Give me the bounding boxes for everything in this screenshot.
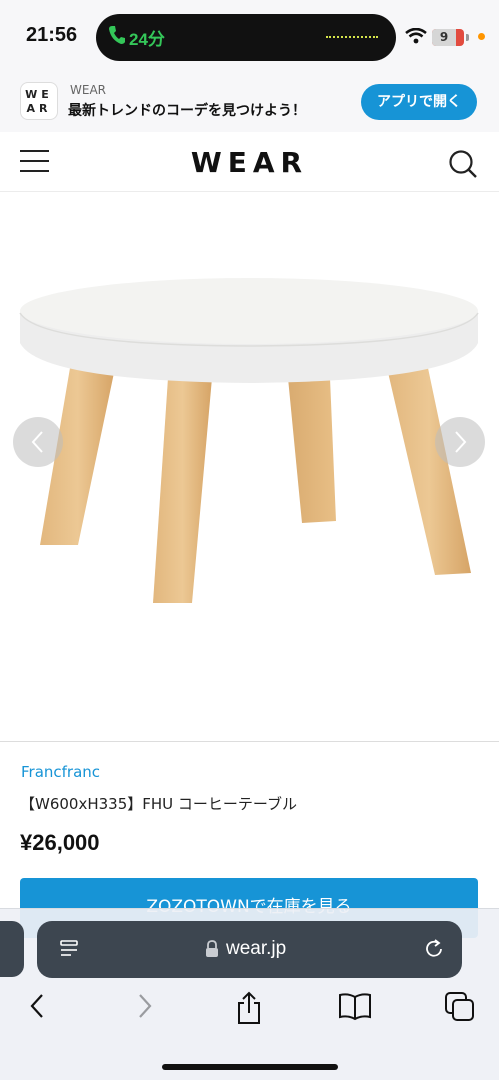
dynamic-island[interactable]: 24分 (96, 14, 396, 61)
previous-tab-peek[interactable] (0, 921, 24, 977)
home-indicator (162, 1064, 338, 1070)
address-bar[interactable]: wear.jp (37, 921, 462, 978)
site-header: WEAR (0, 132, 499, 192)
carousel-prev-button[interactable] (13, 417, 63, 467)
audio-wave (326, 36, 378, 39)
battery-icon: 9 (432, 29, 464, 46)
app-logo: WE AR (20, 82, 58, 120)
product-name: 【W600xH335】FHU コーヒーテーブル (20, 795, 298, 813)
battery-tip (466, 34, 469, 41)
brand-link[interactable]: Francfranc (21, 763, 100, 781)
browser-toolbar: wear.jp (0, 908, 499, 1080)
divider (0, 741, 499, 742)
wifi-icon (405, 28, 427, 44)
forward-icon[interactable] (132, 991, 156, 1021)
status-time: 21:56 (26, 24, 78, 46)
product-price: ¥26,000 (20, 830, 100, 855)
tabs-icon[interactable] (444, 991, 476, 1023)
app-banner: WE AR WEAR 最新トレンドのコーデを見つけよう！ アプリで開く (0, 78, 499, 132)
bookmarks-icon[interactable] (338, 991, 372, 1021)
phone-icon (109, 26, 125, 44)
back-icon[interactable] (26, 991, 50, 1021)
app-tagline: 最新トレンドのコーデを見つけよう！ (68, 103, 306, 119)
reader-icon[interactable] (59, 939, 79, 959)
share-icon[interactable] (235, 991, 263, 1025)
bottom-toolbar (0, 991, 499, 1033)
chevron-left-icon (31, 431, 43, 453)
open-app-button[interactable]: アプリで開く (361, 84, 477, 120)
url-text: wear.jp (226, 938, 287, 959)
privacy-indicator (478, 33, 485, 40)
status-bar: 21:56 24分 9 (0, 0, 499, 78)
call-timer: 24分 (129, 30, 165, 49)
app-name: WEAR (70, 83, 106, 97)
site-logo[interactable]: WEAR (0, 146, 499, 179)
reload-icon[interactable] (423, 938, 445, 960)
chevron-right-icon (455, 431, 467, 453)
battery-level: 9 (432, 29, 456, 46)
coffee-table-image (19, 278, 479, 603)
search-icon[interactable] (448, 149, 478, 179)
lock-icon (206, 940, 218, 957)
product-image[interactable] (0, 193, 499, 741)
carousel-next-button[interactable] (435, 417, 485, 467)
